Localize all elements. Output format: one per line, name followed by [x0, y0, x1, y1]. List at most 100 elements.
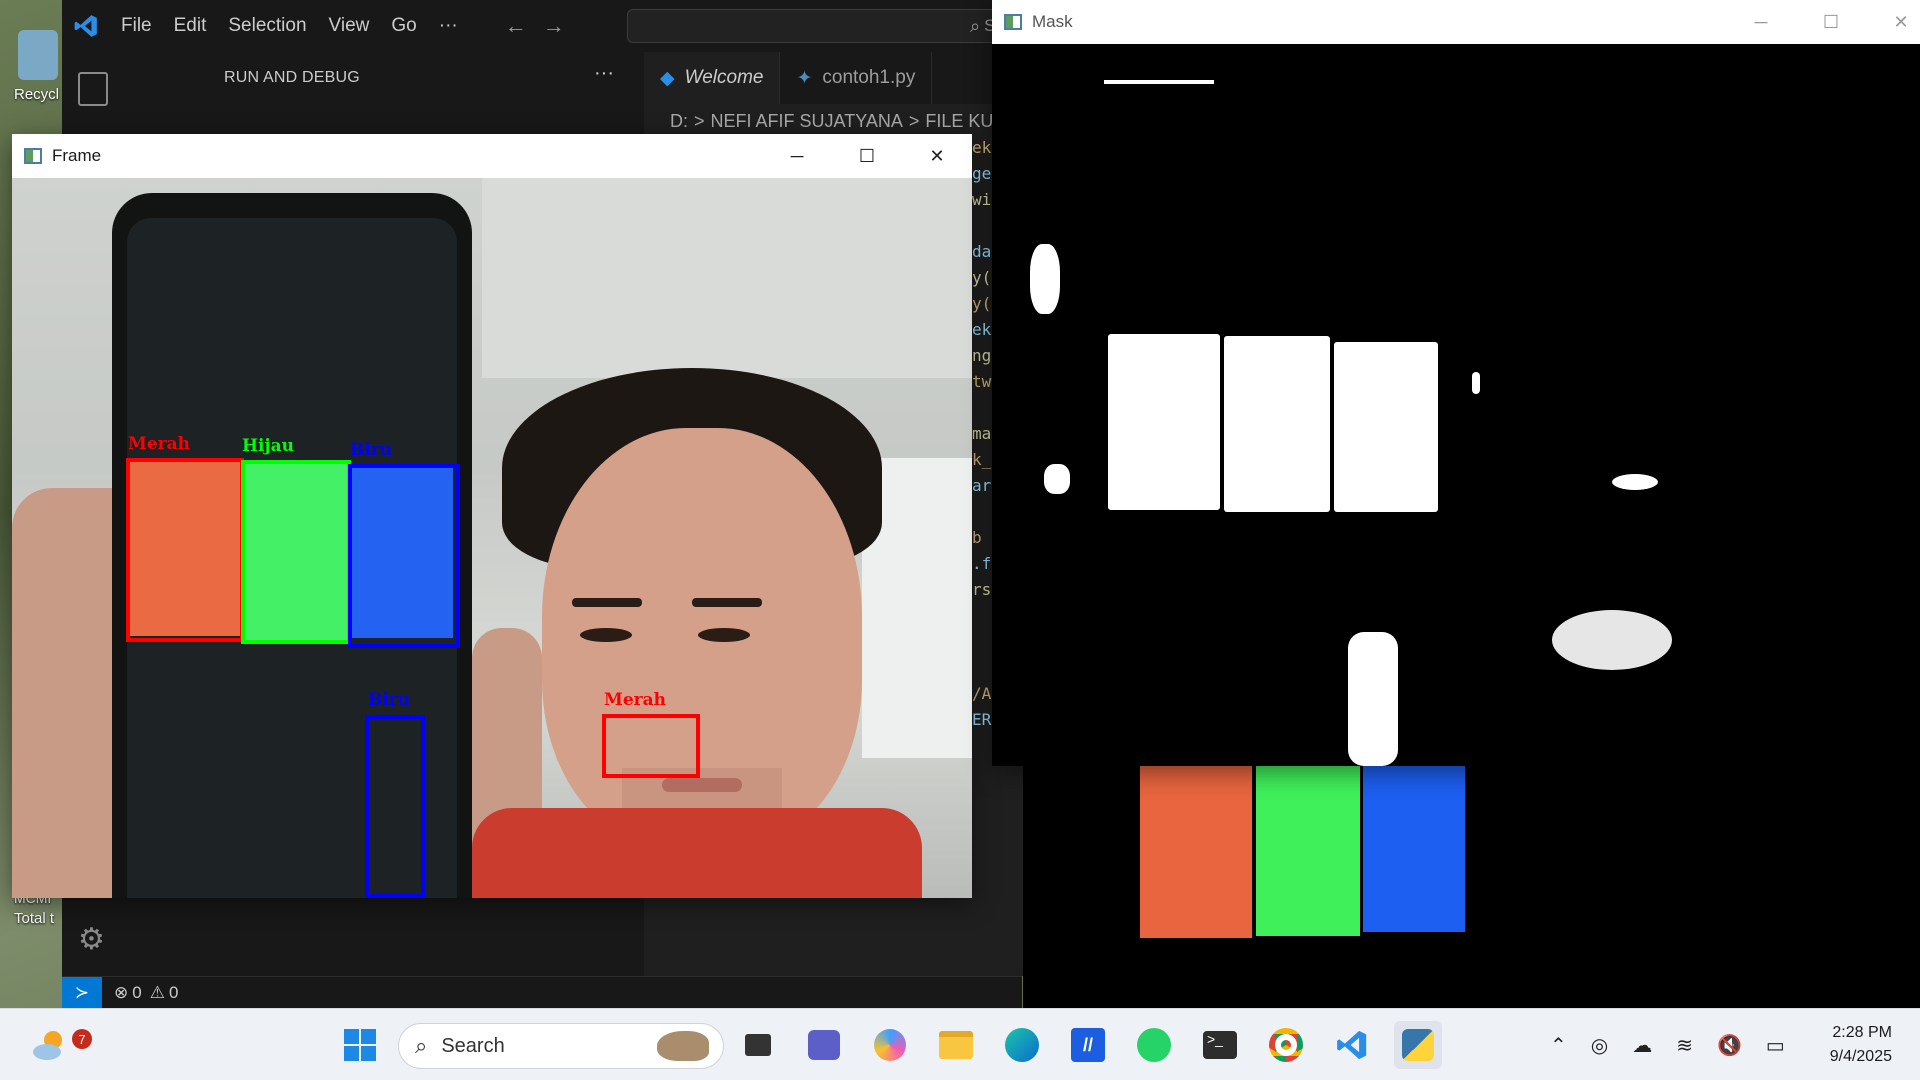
forward-arrow-icon[interactable]: → — [543, 13, 565, 39]
menu-selection[interactable]: Selection — [217, 15, 317, 37]
breadcrumb-item[interactable]: D: — [670, 111, 688, 132]
breadcrumb-item[interactable]: NEFI AFIF SUJATYANA — [711, 111, 903, 132]
tab-welcome[interactable]: ◆ Welcome — [644, 52, 781, 104]
vscode-logo-icon — [62, 0, 110, 52]
menu-go[interactable]: Go — [380, 15, 427, 37]
menu-view[interactable]: View — [318, 15, 381, 37]
menu-edit[interactable]: Edit — [163, 15, 218, 37]
frame-window: Frame ─ ☐ ✕ Merah Hijau Biru Biru Merah — [12, 134, 972, 898]
chrome-icon[interactable] — [1262, 1021, 1310, 1069]
code-fragment-line: k_ — [972, 450, 992, 469]
red-block — [1140, 766, 1252, 938]
mask-noise-2 — [1552, 610, 1672, 670]
lips — [662, 778, 742, 792]
detection-label-biru: Biru — [350, 440, 393, 460]
cloud-icon[interactable]: ☁ — [1632, 1033, 1652, 1058]
start-windows-icon[interactable] — [336, 1021, 384, 1069]
vscode-titlebar: File Edit Selection View Go ··· ← → ⌕ Se… — [62, 0, 1027, 52]
desktop-icon-label: Total t — [14, 910, 55, 927]
detection-label-biru-small: Biru — [368, 690, 411, 710]
code-fragment-line — [972, 632, 992, 658]
remote-indicator-icon[interactable]: ≻ — [62, 976, 102, 1009]
right-brow — [692, 598, 762, 607]
code-fragment-line: ge — [972, 164, 992, 183]
frame-titlebar[interactable]: Frame ─ ☐ ✕ — [12, 134, 972, 178]
detection-box-merah — [126, 458, 244, 642]
sidebar-more-actions[interactable]: ··· — [594, 62, 614, 85]
mask-noise-3 — [1612, 474, 1658, 490]
wall-panel — [482, 178, 972, 378]
breadcrumb: D: > NEFI AFIF SUJATYANA > FILE KULIAH >… — [644, 104, 1024, 138]
close-button[interactable]: ✕ — [1866, 0, 1920, 44]
taskbar: 7 ⌕ Search // >_ ⌃ ◎ ☁ ≋ 🔇 ▭ 2:28 PM 9/4… — [0, 1008, 1920, 1080]
detection-label-hijau: Hijau — [242, 436, 295, 456]
ai-app-icon[interactable]: // — [1064, 1021, 1112, 1069]
warning-count[interactable]: 0 — [169, 983, 178, 1003]
detection-box-biru-small — [365, 715, 425, 898]
clock[interactable]: 2:28 PM 9/4/2025 — [1830, 1021, 1892, 1069]
code-fragment-column: ek ge wi da y(y(ek ng tw ma k_ ar b .f rs/A ER — [972, 138, 992, 778]
clock-date: 9/4/2025 — [1829, 1048, 1892, 1065]
left-brow — [572, 598, 642, 607]
python-app-icon[interactable] — [1394, 1021, 1442, 1069]
breadcrumb-separator: > — [908, 110, 920, 131]
speaker-muted-icon[interactable]: 🔇 — [1717, 1033, 1742, 1058]
teams-icon[interactable] — [800, 1021, 848, 1069]
menu-more[interactable]: ··· — [428, 15, 469, 37]
vscode-taskbar-icon[interactable] — [1328, 1021, 1376, 1069]
search-icon: ⌕ — [415, 1033, 428, 1058]
sidebar-title: RUN AND DEBUG — [224, 69, 360, 86]
maximize-button[interactable]: ☐ — [1796, 0, 1866, 44]
mask-titlebar[interactable]: Mask ─ ☐ ✕ — [992, 0, 1920, 44]
mask-window: Mask ─ ☐ ✕ — [992, 0, 1920, 766]
battery-icon[interactable]: ▭ — [1766, 1033, 1785, 1058]
opencv-window-icon — [1004, 14, 1022, 30]
tab-contoh1[interactable]: ✦ contoh1.py — [780, 52, 933, 104]
chevron-up-icon[interactable]: ⌃ — [1550, 1033, 1567, 1058]
blue-block — [1363, 766, 1465, 932]
explorer-icon[interactable] — [78, 72, 108, 106]
detection-box-merah-shirt — [602, 714, 700, 778]
weather-widget-icon[interactable]: 7 — [26, 1021, 92, 1069]
onedrive-sync-icon[interactable]: ◎ — [1591, 1033, 1608, 1058]
minimize-button[interactable]: ─ — [1726, 0, 1796, 44]
back-arrow-icon[interactable]: ← — [505, 13, 527, 39]
maximize-button[interactable]: ☐ — [832, 134, 902, 178]
mask-blob-middle — [1224, 336, 1330, 512]
wifi-icon[interactable]: ≋ — [1676, 1033, 1693, 1058]
code-fragment-line — [972, 216, 992, 242]
tab-welcome-label: Welcome — [684, 67, 764, 88]
code-fragment-line: /A — [972, 684, 992, 703]
detection-box-biru — [348, 464, 460, 648]
menu-file[interactable]: File — [110, 15, 163, 37]
code-fragment-line — [972, 398, 992, 424]
settings-gear-icon[interactable]: ⚙ — [78, 922, 105, 957]
file-explorer-icon[interactable] — [932, 1021, 980, 1069]
task-view-icon[interactable] — [734, 1021, 782, 1069]
warning-icon[interactable]: ⚠ — [150, 983, 165, 1003]
error-count[interactable]: 0 — [132, 983, 141, 1003]
green-block — [1256, 766, 1360, 936]
edge-browser-icon[interactable] — [998, 1021, 1046, 1069]
vscode-menubar: File Edit Selection View Go ··· — [110, 15, 469, 37]
error-icon[interactable]: ⊗ — [114, 983, 128, 1003]
code-fragment-line — [972, 606, 992, 632]
tab-contoh1-label: contoh1.py — [822, 67, 916, 88]
frame-window-title: Frame — [52, 146, 102, 165]
mask-image — [992, 44, 1920, 766]
camera-frame: Merah Hijau Biru Biru Merah — [12, 178, 972, 898]
code-fragment-line: b — [972, 528, 982, 547]
code-fragment-line: ek — [972, 320, 992, 339]
whatsapp-icon[interactable] — [1130, 1021, 1178, 1069]
terminal-icon[interactable]: >_ — [1196, 1021, 1244, 1069]
minimize-button[interactable]: ─ — [762, 134, 832, 178]
command-search-box[interactable]: ⌕ Sear — [627, 9, 1027, 43]
recycle-bin-icon[interactable] — [18, 30, 58, 80]
breadcrumb-separator: > — [694, 110, 705, 131]
copilot-icon[interactable] — [866, 1021, 914, 1069]
shirt — [472, 808, 922, 898]
code-fragment-line: .f — [972, 554, 992, 573]
taskbar-search-box[interactable]: ⌕ Search — [398, 1023, 724, 1069]
close-button[interactable]: ✕ — [902, 134, 972, 178]
taskbar-search-label: Search — [441, 1034, 505, 1057]
